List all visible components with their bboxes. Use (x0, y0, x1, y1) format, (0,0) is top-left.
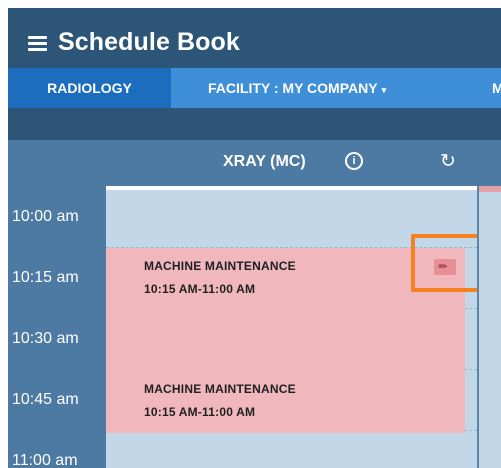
time-label: 10:15 am (12, 269, 79, 286)
info-icon[interactable]: i (345, 152, 363, 170)
tab-bar: RADIOLOGY FACILITY : MY COMPANY ▾ M (8, 68, 501, 108)
schedule-book-app: Schedule Book RADIOLOGY FACILITY : MY CO… (8, 8, 501, 468)
event-time: 10:15 AM-11:00 AM (144, 282, 256, 296)
time-label: 10:30 am (12, 330, 79, 347)
grid-top-border (106, 186, 477, 190)
hamburger-menu-icon[interactable] (28, 36, 47, 51)
chevron-down-icon: ▾ (381, 85, 387, 95)
time-label: 11:00 am (12, 452, 78, 468)
sub-toolbar (8, 108, 501, 140)
event-time: 10:15 AM-11:00 AM (144, 405, 256, 419)
time-label: 10:00 am (12, 208, 79, 225)
title-bar: Schedule Book (8, 8, 501, 68)
refresh-icon[interactable]: ↻ (440, 152, 456, 172)
tab-radiology[interactable]: RADIOLOGY (8, 68, 171, 108)
tab-more[interactable]: M (492, 68, 501, 108)
resource-title: XRAY (MC) (223, 153, 306, 170)
time-label: 10:45 am (12, 391, 79, 408)
facility-dropdown-label: FACILITY : MY COMPANY (208, 80, 378, 96)
next-column-event-mark (479, 186, 501, 192)
event-title: MACHINE MAINTENANCE (144, 382, 296, 396)
resource-column-header: XRAY (MC) i ↻ (8, 140, 501, 186)
edit-button-highlight (411, 234, 481, 292)
next-resource-column[interactable] (479, 186, 501, 468)
event-title: MACHINE MAINTENANCE (144, 259, 296, 273)
facility-dropdown[interactable]: FACILITY : MY COMPANY ▾ (208, 68, 386, 108)
app-title: Schedule Book (58, 28, 240, 56)
time-column: 10:00 am 10:15 am 10:30 am 10:45 am 11:0… (8, 186, 106, 468)
